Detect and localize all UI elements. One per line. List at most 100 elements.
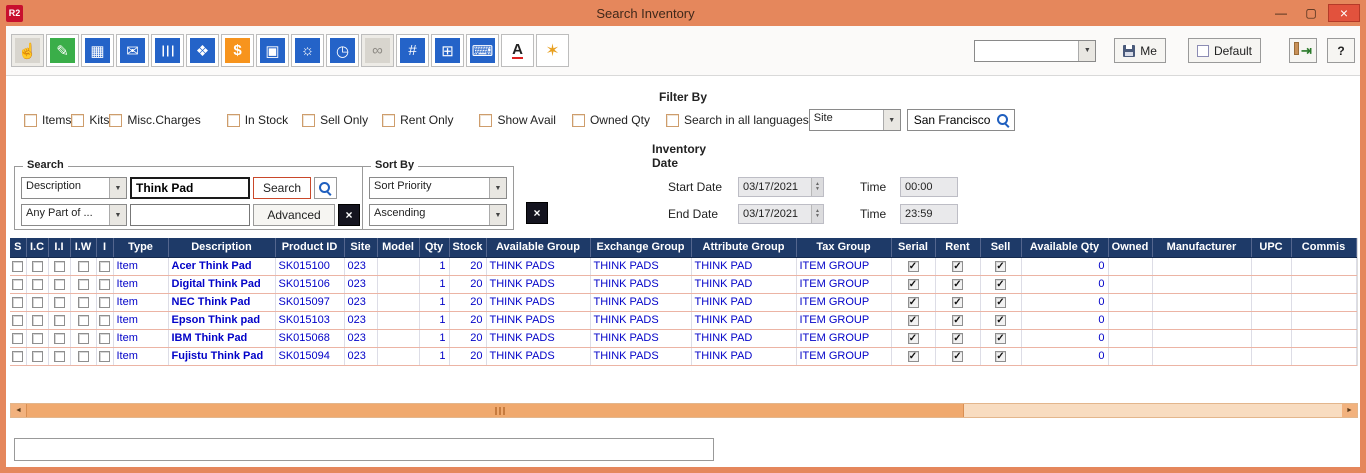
cell-description[interactable]: NEC Think Pad [168,293,275,311]
search-field2-combobox[interactable]: Any Part of ... ▼ [21,204,127,226]
row-select-checkbox[interactable] [12,315,23,326]
col-site[interactable]: Site [344,238,377,257]
cell-site[interactable]: 023 [344,311,377,329]
checkbox-icon[interactable] [227,114,240,127]
col-product-id[interactable]: Product ID [275,238,344,257]
cell-type[interactable]: Item [113,329,168,347]
pan-button[interactable]: ☝ [11,34,44,67]
checkbox-icon[interactable] [382,114,395,127]
cell-available-qty[interactable]: 0 [1021,275,1108,293]
search-icon[interactable] [997,114,1010,127]
search-magnifier-button[interactable] [314,177,337,199]
cell-available-group[interactable]: THINK PADS [486,275,590,293]
cell-type[interactable]: Item [113,293,168,311]
barcode-button[interactable]: ☰ [151,34,184,67]
cell-type[interactable]: Item [113,257,168,275]
help-button[interactable]: ? [1327,38,1355,63]
save-me-button[interactable]: Me [1114,38,1166,63]
cell-description[interactable]: Epson Think pad [168,311,275,329]
cell-manufacturer[interactable] [1152,347,1251,365]
cell-attribute-group[interactable]: THINK PAD [691,257,796,275]
cell-site[interactable]: 023 [344,275,377,293]
sell-checkbox[interactable]: ✓ [995,261,1006,272]
row-i-checkbox[interactable] [99,333,110,344]
serial-checkbox[interactable]: ✓ [908,279,919,290]
cell-stock[interactable]: 20 [449,347,486,365]
cell-model[interactable] [377,329,419,347]
col-manufacturer[interactable]: Manufacturer [1152,238,1251,257]
cell-site[interactable]: 023 [344,347,377,365]
filter-sell-only[interactable]: Sell Only [302,113,368,127]
cell-upc[interactable] [1251,347,1291,365]
cell-exchange-group[interactable]: THINK PADS [590,347,691,365]
filter-items[interactable]: Items [24,113,71,127]
filter-search-all-languages[interactable]: Search in all languages [666,113,809,127]
cell-description[interactable]: Digital Think Pad [168,275,275,293]
cell-available-qty[interactable]: 0 [1021,293,1108,311]
clear-search-button[interactable]: × [338,204,360,226]
checkbox-icon[interactable] [24,114,37,127]
cell-available-qty[interactable]: 0 [1021,347,1108,365]
purchase-button[interactable]: $ [221,34,254,67]
cell-attribute-group[interactable]: THINK PAD [691,329,796,347]
col-type[interactable]: Type [113,238,168,257]
cell-attribute-group[interactable]: THINK PAD [691,347,796,365]
cell-owned[interactable] [1108,329,1152,347]
checkbox-icon[interactable] [666,114,679,127]
cell-product-id[interactable]: SK015100 [275,257,344,275]
cell-tax-group[interactable]: ITEM GROUP [796,275,891,293]
cell-available-qty[interactable]: 0 [1021,257,1108,275]
col-ii[interactable]: I.I [48,238,70,257]
table-row[interactable]: Item Acer Think Pad SK015100 023 1 20 TH… [10,257,1356,275]
search-button[interactable]: Search [253,177,311,199]
cell-upc[interactable] [1251,293,1291,311]
cell-site[interactable]: 023 [344,257,377,275]
default-button[interactable]: Default [1188,38,1261,63]
wizard-button[interactable]: ✶ [536,34,569,67]
search-term2-input[interactable] [130,204,250,226]
start-date-field[interactable]: 03/17/2021 ▲▼ [738,177,824,197]
cell-description[interactable]: Acer Think Pad [168,257,275,275]
cell-attribute-group[interactable]: THINK PAD [691,311,796,329]
display-button[interactable]: ▣ [256,34,289,67]
col-serial[interactable]: Serial [891,238,935,257]
col-tax-group[interactable]: Tax Group [796,238,891,257]
site-search-input[interactable] [912,112,997,128]
table-row[interactable]: Item Fujistu Think Pad SK015094 023 1 20… [10,347,1356,365]
cell-upc[interactable] [1251,329,1291,347]
cell-available-qty[interactable]: 0 [1021,329,1108,347]
filter-rent-only[interactable]: Rent Only [382,113,453,127]
cell-description[interactable]: IBM Think Pad [168,329,275,347]
cell-tax-group[interactable]: ITEM GROUP [796,311,891,329]
table-row[interactable]: Item Digital Think Pad SK015106 023 1 20… [10,275,1356,293]
col-sell[interactable]: Sell [980,238,1021,257]
end-time-field[interactable]: 23:59 [900,204,958,224]
cell-exchange-group[interactable]: THINK PADS [590,257,691,275]
row-ic-checkbox[interactable] [32,297,43,308]
rent-checkbox[interactable]: ✓ [952,351,963,362]
cell-manufacturer[interactable] [1152,275,1251,293]
row-i-checkbox[interactable] [99,315,110,326]
search-field1-combobox[interactable]: Description ▼ [21,177,127,199]
cell-upc[interactable] [1251,257,1291,275]
cell-manufacturer[interactable] [1152,329,1251,347]
cell-commission[interactable] [1291,311,1356,329]
rent-checkbox[interactable]: ✓ [952,297,963,308]
spellcheck-button[interactable]: A [501,34,534,67]
cell-product-id[interactable]: SK015094 [275,347,344,365]
filter-misc-charges[interactable]: Misc.Charges [109,113,200,127]
sell-checkbox[interactable]: ✓ [995,333,1006,344]
row-i-checkbox[interactable] [99,351,110,362]
sell-checkbox[interactable]: ✓ [995,279,1006,290]
maximize-button[interactable]: ▢ [1298,4,1324,22]
serial-checkbox[interactable]: ✓ [908,333,919,344]
edit-button[interactable]: ✎ [46,34,79,67]
row-select-checkbox[interactable] [12,333,23,344]
row-ii-checkbox[interactable] [54,333,65,344]
end-date-field[interactable]: 03/17/2021 ▲▼ [738,204,824,224]
col-ic[interactable]: I.C [26,238,48,257]
cell-tax-group[interactable]: ITEM GROUP [796,293,891,311]
clear-sort-button[interactable]: × [526,202,548,224]
cell-upc[interactable] [1251,311,1291,329]
serial-checkbox[interactable]: ✓ [908,315,919,326]
